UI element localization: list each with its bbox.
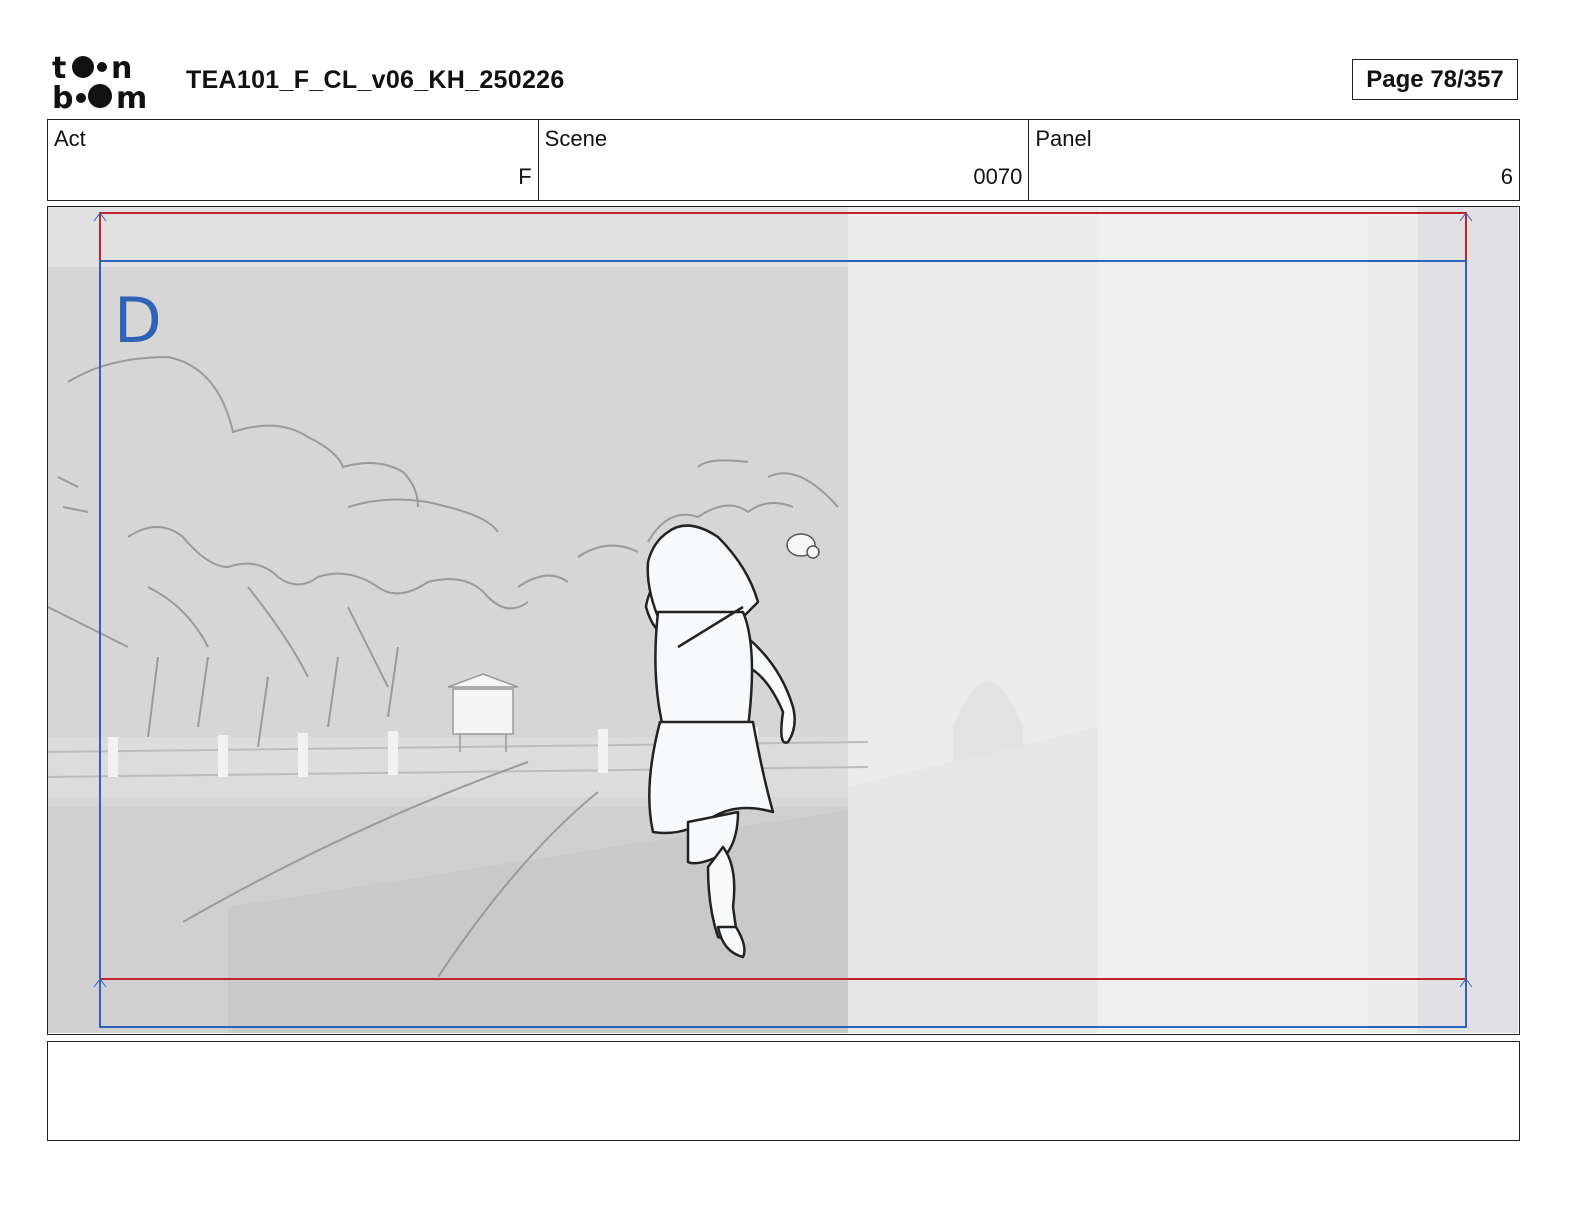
caption-box (47, 1041, 1520, 1141)
panel-label: Panel (1035, 126, 1092, 151)
scene-value: 0070 (973, 164, 1023, 189)
svg-text:m: m (116, 81, 147, 112)
panel-drawing: D (48, 207, 1518, 1033)
svg-text:b: b (52, 81, 73, 112)
scene-cell: Scene 0070 (539, 120, 1030, 200)
panel-cell: Panel 6 (1029, 120, 1519, 200)
act-label: Act (54, 126, 86, 151)
panel-value: 6 (1500, 164, 1514, 189)
act-cell: Act F (48, 120, 539, 200)
toonboom-logo: t n b m (52, 51, 147, 112)
page-indicator: Page 78/357 (1352, 59, 1518, 100)
document-title: TEA101_F_CL_v06_KH_250226 (186, 66, 565, 94)
storyboard-panel: D (47, 206, 1520, 1035)
scene-label: Scene (544, 126, 608, 151)
frame-letter: D (114, 284, 162, 357)
act-value: F (518, 164, 532, 189)
info-row: Act F Scene 0070 Panel 6 (47, 119, 1520, 201)
